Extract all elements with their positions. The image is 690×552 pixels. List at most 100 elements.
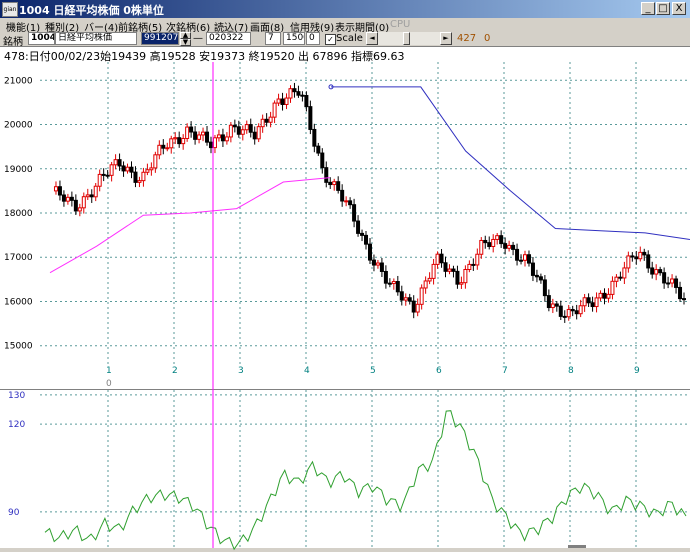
- candle-body: [352, 204, 357, 222]
- candle-body: [205, 131, 210, 143]
- param2-field[interactable]: 1500: [283, 32, 305, 45]
- scale-label: Scale: [336, 33, 363, 44]
- candle-body: [395, 281, 400, 293]
- candle-body: [316, 145, 321, 154]
- y-tick-label: 18000: [4, 209, 33, 219]
- candle-body: [562, 315, 567, 318]
- x-tick-label: 9: [634, 366, 640, 376]
- candle-body: [407, 297, 412, 302]
- candle-body: [423, 280, 428, 289]
- candle-body: [451, 268, 456, 272]
- y-tick-label: 16000: [4, 297, 33, 307]
- x-tick-label: 7: [502, 366, 508, 376]
- candle-body: [439, 253, 444, 264]
- candle-body: [526, 254, 531, 264]
- candle-body: [169, 138, 174, 149]
- candle-body: [503, 243, 508, 249]
- maximize-button[interactable]: □: [656, 2, 670, 15]
- candle-body: [312, 128, 317, 147]
- candle-body: [538, 276, 543, 281]
- candle-body: [367, 243, 372, 261]
- chart-area[interactable]: 1 2 3 4 5 6 7 8 90210002000019000180001700016000…: [0, 62, 690, 552]
- candle-body: [125, 166, 130, 172]
- close-button[interactable]: X: [672, 2, 686, 15]
- scroll-right-button[interactable]: ►: [440, 32, 452, 45]
- candle-body: [165, 147, 170, 150]
- candle-body: [348, 200, 353, 206]
- app-icon: gian: [2, 2, 18, 17]
- candle-body: [272, 102, 277, 118]
- candle-body: [419, 287, 424, 305]
- y-tick-label: 20000: [4, 121, 33, 131]
- candle-body: [491, 238, 496, 247]
- candle-body: [224, 136, 229, 142]
- candle-body: [678, 286, 683, 300]
- candle-body: [268, 116, 273, 123]
- osc-y-tick-label: 120: [8, 420, 25, 430]
- candle-body: [447, 268, 452, 272]
- scroll-left-button[interactable]: ◄: [366, 32, 378, 45]
- candle-body: [399, 291, 404, 301]
- candle-body: [435, 253, 440, 265]
- candle-body: [145, 169, 150, 173]
- menu-cpu: CPU: [390, 19, 411, 30]
- start-date-field[interactable]: 991207: [141, 32, 179, 45]
- candle-body: [670, 278, 675, 284]
- param1-field[interactable]: 7: [265, 32, 281, 45]
- count-suffix: 0: [484, 33, 491, 44]
- y-tick-label: 19000: [4, 165, 33, 175]
- candle-body: [328, 181, 333, 186]
- candle-body: [244, 124, 249, 131]
- scrollbar-thumb[interactable]: [403, 32, 410, 45]
- candle-body: [495, 235, 500, 240]
- candle-body: [499, 235, 504, 245]
- candle-body: [614, 276, 619, 282]
- candle-body: [383, 270, 388, 284]
- symbol-name-field[interactable]: 日経平均株価: [55, 32, 137, 45]
- candle-body: [356, 220, 361, 234]
- candle-body: [105, 174, 110, 177]
- candle-body: [638, 251, 643, 260]
- candle-body: [153, 154, 158, 169]
- candle-body: [117, 159, 122, 167]
- param3-field[interactable]: 0: [306, 32, 320, 45]
- count-display: 427: [457, 33, 477, 44]
- x-tick-label: 6: [436, 366, 442, 376]
- x-sub-label: 0: [106, 379, 112, 389]
- minimize-button[interactable]: _: [641, 2, 655, 15]
- candle-body: [554, 303, 559, 307]
- end-date-field[interactable]: 020322: [206, 32, 251, 45]
- candle-body: [511, 244, 516, 250]
- symbol-code-field[interactable]: 1004: [28, 32, 55, 45]
- candle-body: [487, 242, 492, 247]
- candle-body: [507, 244, 512, 249]
- candle-body: [53, 186, 58, 192]
- candle-body: [296, 91, 301, 96]
- date-down-arrow-icon[interactable]: ▼: [180, 39, 191, 46]
- candle-body: [371, 259, 376, 266]
- scale-checkbox[interactable]: ✓: [325, 34, 336, 45]
- x-tick-label: 3: [238, 366, 244, 376]
- candle-body: [586, 297, 591, 304]
- x-tick-label: 2: [172, 366, 178, 376]
- candle-body: [85, 194, 90, 198]
- candle-body: [89, 194, 94, 198]
- candle-body: [173, 137, 178, 140]
- scrollbar-track[interactable]: [378, 32, 440, 45]
- candle-body: [137, 180, 142, 183]
- candle-body: [93, 185, 98, 198]
- candle-body: [332, 181, 337, 186]
- candle-body: [340, 189, 345, 202]
- candle-body: [201, 131, 206, 136]
- candle-body: [455, 270, 460, 285]
- candle-body: [578, 305, 583, 315]
- candle-body: [634, 256, 639, 260]
- candle-body: [427, 277, 432, 282]
- candle-body: [113, 159, 118, 166]
- x-tick-label: 4: [304, 366, 310, 376]
- oscillator-panel: [0, 390, 690, 548]
- osc-y-tick-label: 90: [8, 508, 20, 518]
- candle-body: [324, 167, 329, 183]
- candle-body: [157, 144, 162, 156]
- candle-body: [232, 124, 237, 128]
